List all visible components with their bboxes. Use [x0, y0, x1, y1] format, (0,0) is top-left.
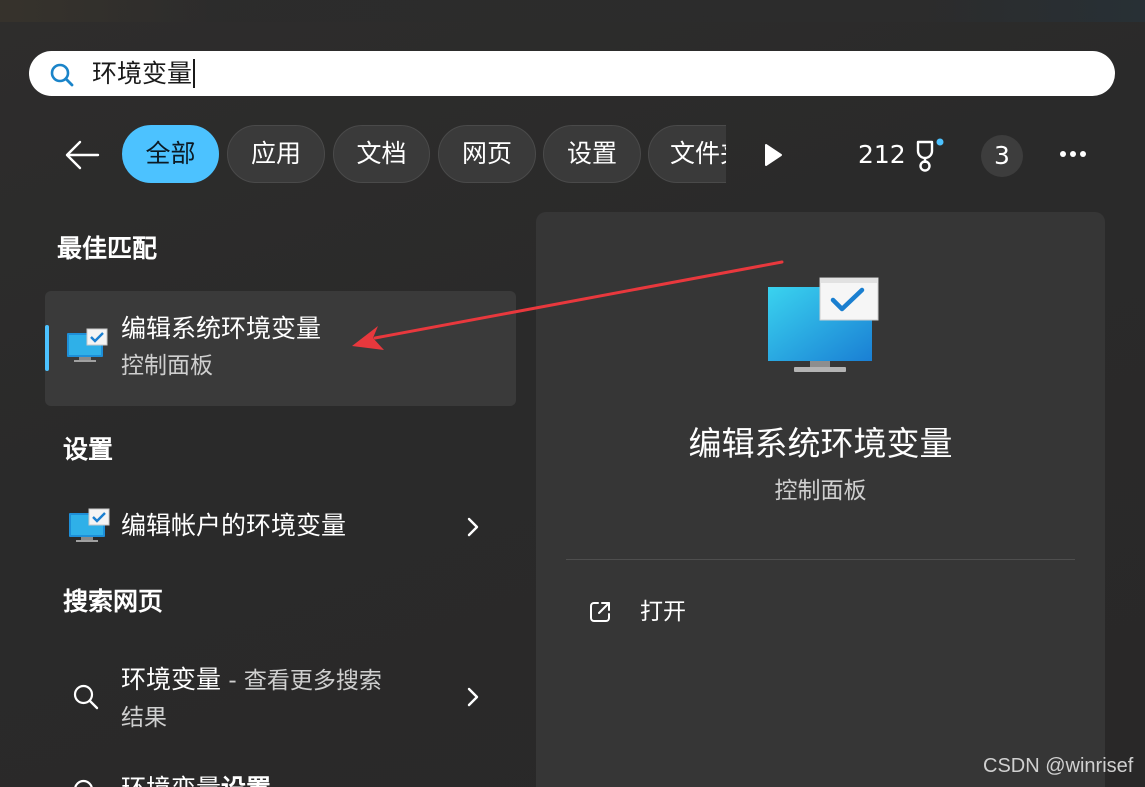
- search-query: 环境变量: [92, 59, 193, 88]
- selection-indicator: [45, 325, 49, 371]
- preview-divider: [566, 559, 1075, 560]
- search-icon: [73, 684, 99, 710]
- filter-chip-web[interactable]: 网页: [438, 125, 536, 183]
- rewards-points[interactable]: 212: [858, 138, 906, 172]
- system-properties-icon: [67, 328, 108, 362]
- window-top-edge: [0, 0, 1145, 22]
- filter-chip-all[interactable]: 全部: [122, 125, 219, 183]
- open-action[interactable]: 打开: [588, 596, 728, 630]
- chevron-right-icon[interactable]: [467, 517, 479, 537]
- open-action-label: 打开: [640, 599, 686, 625]
- back-arrow-icon[interactable]: [62, 136, 102, 174]
- filter-chip-settings[interactable]: 设置: [543, 125, 641, 183]
- settings-header: 设置: [63, 435, 114, 464]
- search-box[interactable]: 环境变量: [29, 51, 1115, 96]
- settings-result-title: 编辑帐户的环境变量: [121, 511, 347, 540]
- search-icon: [50, 63, 74, 87]
- preview-subtitle: 控制面板: [774, 478, 867, 504]
- web-result-partial-title: 环境变量设置: [121, 774, 271, 787]
- environment-variables-icon: [69, 508, 110, 542]
- web-result-partial-query: 环境变量: [121, 774, 221, 787]
- chevron-right-icon[interactable]: [467, 687, 479, 707]
- open-external-icon: [590, 602, 610, 622]
- best-match-title: 编辑系统环境变量: [121, 314, 322, 343]
- scroll-filters-right-icon[interactable]: [762, 142, 784, 168]
- filter-chip-folders[interactable]: 文件夹: [648, 125, 726, 183]
- filter-chip-documents[interactable]: 文档: [333, 125, 430, 183]
- watermark: CSDN @winrisef: [983, 755, 1134, 777]
- best-match-result[interactable]: 编辑系统环境变量 控制面板: [45, 291, 516, 406]
- best-match-subtitle: 控制面板: [121, 353, 213, 379]
- text-cursor: [193, 59, 196, 88]
- rewards-trophy-icon[interactable]: [914, 137, 950, 173]
- web-result-query: 环境变量: [121, 665, 222, 694]
- web-search-result-partial[interactable]: 环境变量设置: [45, 768, 516, 787]
- settings-result[interactable]: 编辑帐户的环境变量: [45, 497, 516, 557]
- web-result-title: 环境变量 - 查看更多搜索: [121, 665, 382, 696]
- preview-title: 编辑系统环境变量: [688, 424, 953, 463]
- web-result-partial-suffix: 设置: [221, 774, 271, 787]
- best-match-header: 最佳匹配: [57, 234, 158, 263]
- start-search-window: 环境变量 全部 应用 文档 网页 设置 文件夹 212 3 最佳匹配: [0, 0, 1145, 787]
- more-options-icon[interactable]: [1056, 150, 1090, 162]
- web-result-subtitle: 结果: [121, 705, 167, 731]
- preview-panel: 编辑系统环境变量 控制面板 打开: [536, 212, 1105, 787]
- notification-count-badge[interactable]: 3: [981, 135, 1023, 177]
- filter-chips: 全部 应用 文档 网页 设置 文件夹: [122, 125, 726, 185]
- search-icon: [74, 779, 93, 787]
- search-input[interactable]: 环境变量: [92, 59, 196, 89]
- web-search-header: 搜索网页: [63, 587, 164, 616]
- web-result-suffix: - 查看更多搜索: [221, 668, 382, 694]
- system-properties-icon: [768, 277, 879, 372]
- web-search-result[interactable]: 环境变量 - 查看更多搜索 结果: [45, 656, 516, 736]
- filter-chip-apps[interactable]: 应用: [227, 125, 325, 183]
